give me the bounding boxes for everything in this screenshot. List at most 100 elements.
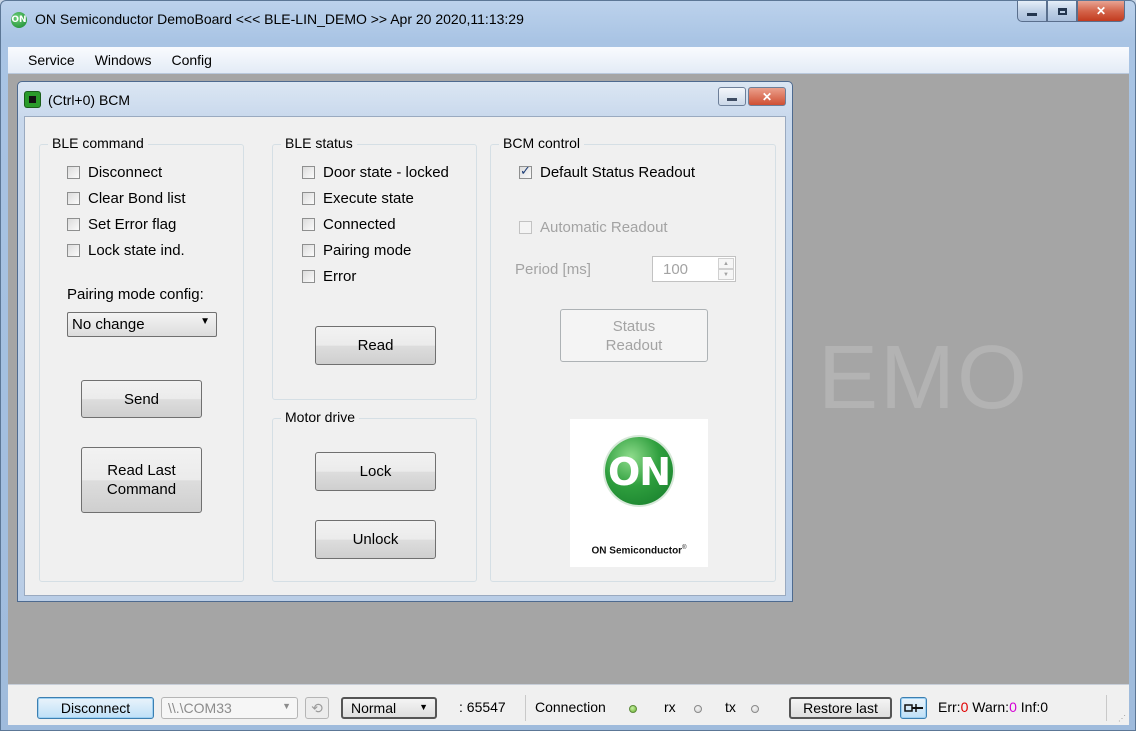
unlock-button[interactable]: Unlock xyxy=(315,520,436,559)
bcm-panel: BLE command Disconnect Clear Bond list S… xyxy=(24,116,786,596)
window-caption-buttons: ✕ xyxy=(1017,1,1125,22)
send-button[interactable]: Send xyxy=(81,380,202,418)
connection-led-icon xyxy=(629,705,637,713)
mode-value: Normal xyxy=(351,700,397,716)
ble-command-title: BLE command xyxy=(48,135,148,151)
disconnect-label: Disconnect xyxy=(60,700,131,716)
menu-config[interactable]: Config xyxy=(161,52,221,68)
checkbox-box[interactable] xyxy=(302,166,315,179)
spin-up-icon[interactable]: ▲ xyxy=(718,258,734,269)
clear-bond-list-checkbox[interactable]: Clear Bond list xyxy=(67,190,186,207)
read-last-line2: Command xyxy=(106,481,177,498)
registered-mark-icon: ® xyxy=(682,545,687,551)
main-window: ON ON Semiconductor DemoBoard <<< BLE-LI… xyxy=(0,0,1136,731)
spin-down-icon[interactable]: ▼ xyxy=(718,269,734,280)
checkbox-label: Default Status Readout xyxy=(540,164,696,181)
refresh-ports-button[interactable]: ⟲ xyxy=(305,697,329,719)
inf-label: Inf: xyxy=(1020,699,1041,715)
com-port-dropdown[interactable]: \\.\COM33 ▼ xyxy=(161,697,298,719)
motor-drive-group: Motor drive Lock Unlock xyxy=(272,409,477,582)
restore-last-button[interactable]: Restore last xyxy=(789,697,892,719)
pairing-mode-checkbox[interactable]: Pairing mode xyxy=(302,242,411,259)
set-error-flag-checkbox[interactable]: Set Error flag xyxy=(67,216,176,233)
bcm-child-window: (Ctrl+0) BCM ✕ BLE command Disconnect Cl… xyxy=(17,81,793,602)
chevron-down-icon: ▼ xyxy=(419,702,428,712)
period-value: 100 xyxy=(663,260,689,278)
window-title: ON Semiconductor DemoBoard <<< BLE-LIN_D… xyxy=(35,11,524,27)
disconnect-button[interactable]: Disconnect xyxy=(37,697,154,719)
warn-label: Warn: xyxy=(972,699,1010,715)
minimize-button[interactable] xyxy=(1017,1,1047,22)
menu-windows[interactable]: Windows xyxy=(85,52,162,68)
child-minimize-button[interactable] xyxy=(718,87,746,106)
lock-button[interactable]: Lock xyxy=(315,452,436,491)
close-icon: ✕ xyxy=(1095,4,1107,18)
err-count: 0 xyxy=(960,699,969,715)
checkbox-label: Pairing mode xyxy=(323,242,412,259)
ble-status-group: BLE status Door state - locked Execute s… xyxy=(272,135,477,400)
checkbox-box[interactable] xyxy=(67,218,80,231)
checkbox-label: Error xyxy=(323,268,357,285)
child-caption-buttons: ✕ xyxy=(718,87,786,106)
door-state-locked-checkbox[interactable]: Door state - locked xyxy=(302,164,449,181)
checkbox-box[interactable] xyxy=(302,218,315,231)
device-id: : 65547 xyxy=(459,699,506,715)
error-checkbox[interactable]: Error xyxy=(302,268,356,285)
chevron-down-icon: ▼ xyxy=(282,701,291,711)
read-last-line1: Read Last xyxy=(107,462,176,479)
pairing-mode-value: No change xyxy=(72,316,145,333)
status-separator xyxy=(1106,695,1107,721)
checkbox-box[interactable] xyxy=(519,221,532,234)
background-watermark: EMO xyxy=(818,328,1030,428)
checkbox-box[interactable] xyxy=(302,244,315,257)
read-button[interactable]: Read xyxy=(315,326,436,365)
mode-dropdown[interactable]: Normal ▼ xyxy=(341,697,437,719)
checkbox-box-checked[interactable] xyxy=(519,164,532,179)
checkbox-box[interactable] xyxy=(67,166,80,179)
maximize-icon xyxy=(1057,7,1067,15)
read-button-label: Read xyxy=(357,337,394,354)
menu-service[interactable]: Service xyxy=(8,52,85,68)
pairing-mode-label: Pairing mode config: xyxy=(67,286,204,303)
mdi-workspace: EMO (Ctrl+0) BCM ✕ BLE command Disconnec… xyxy=(8,74,1129,684)
connected-checkbox[interactable]: Connected xyxy=(302,216,396,233)
restore-last-label: Restore last xyxy=(803,700,878,716)
checkbox-box[interactable] xyxy=(302,270,315,283)
title-bar[interactable]: ON ON Semiconductor DemoBoard <<< BLE-LI… xyxy=(1,1,1135,47)
on-logo-circle: ON xyxy=(605,437,673,505)
tx-label: tx xyxy=(725,699,736,715)
resize-grip-icon[interactable]: ⋰ xyxy=(1118,714,1126,723)
connector-toggle-button[interactable] xyxy=(900,697,927,719)
status-readout-button[interactable]: Status Readout xyxy=(560,309,708,362)
child-window-title: (Ctrl+0) BCM xyxy=(48,92,131,108)
checkbox-label: Lock state ind. xyxy=(88,242,185,259)
read-last-command-button[interactable]: Read Last Command xyxy=(81,447,202,513)
lock-state-ind-checkbox[interactable]: Lock state ind. xyxy=(67,242,185,259)
com-port-value: \\.\COM33 xyxy=(168,700,232,716)
bcm-control-title: BCM control xyxy=(499,135,585,151)
disconnect-checkbox[interactable]: Disconnect xyxy=(67,164,162,181)
period-spinbox[interactable]: 100 ▲ ▼ xyxy=(652,256,736,282)
close-button[interactable]: ✕ xyxy=(1077,1,1125,22)
connection-label: Connection xyxy=(535,699,606,715)
checkbox-label: Set Error flag xyxy=(88,216,177,233)
menu-bar: Service Windows Config xyxy=(8,47,1129,74)
execute-state-checkbox[interactable]: Execute state xyxy=(302,190,414,207)
warn-count: 0 xyxy=(1009,699,1017,715)
status-bar: Disconnect \\.\COM33 ▼ ⟲ Normal ▼ : 6554… xyxy=(8,684,1129,725)
refresh-icon: ⟲ xyxy=(311,699,323,716)
checkbox-box[interactable] xyxy=(302,192,315,205)
on-semi-app-icon: ON xyxy=(11,12,27,28)
pairing-mode-dropdown[interactable]: No change ▼ xyxy=(67,312,217,337)
default-status-readout-checkbox[interactable]: Default Status Readout xyxy=(519,164,695,181)
checkbox-box[interactable] xyxy=(67,244,80,257)
err-label: Err: xyxy=(938,699,961,715)
status-readout-line2: Readout xyxy=(605,336,663,354)
automatic-readout-checkbox[interactable]: Automatic Readout xyxy=(519,219,668,236)
child-close-button[interactable]: ✕ xyxy=(748,87,786,106)
spin-buttons[interactable]: ▲ ▼ xyxy=(718,258,734,280)
minimize-icon xyxy=(727,97,737,101)
maximize-button[interactable] xyxy=(1047,1,1077,22)
checkbox-box[interactable] xyxy=(67,192,80,205)
plug-icon xyxy=(903,704,923,712)
